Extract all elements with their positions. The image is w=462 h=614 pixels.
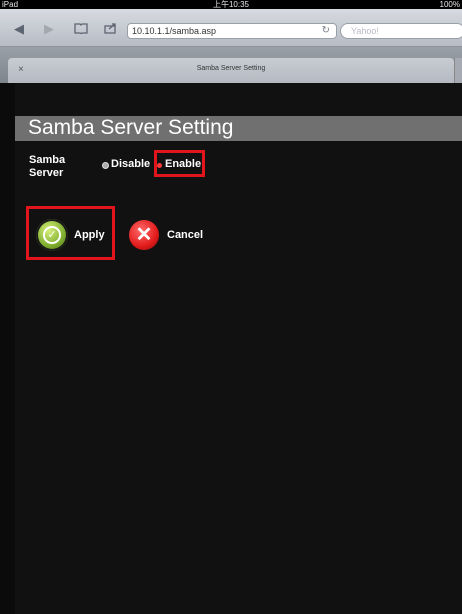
browser-toolbar: ◀ ▶ 10.10.1.1/samba.asp ↻ Yahoo! <box>0 9 462 47</box>
page-title: Samba Server Setting <box>28 116 234 139</box>
url-field[interactable]: 10.10.1.1/samba.asp ↻ <box>127 23 337 39</box>
radio-disable[interactable] <box>102 162 109 169</box>
share-icon[interactable] <box>104 22 118 37</box>
apply-button[interactable]: ✓ Apply <box>36 219 116 251</box>
battery-level: 100% <box>439 0 460 9</box>
tab-title: Samba Server Setting <box>196 65 266 72</box>
page-content: Samba Server Setting Samba Server Disabl… <box>15 83 462 614</box>
cancel-button[interactable]: ✕ Cancel <box>129 220 229 252</box>
search-field[interactable]: Yahoo! <box>340 23 462 39</box>
status-bar: iPad 上午10:35 100% <box>0 0 462 9</box>
samba-server-label-line2: Server <box>29 167 64 179</box>
search-placeholder: Yahoo! <box>351 26 379 36</box>
enable-highlight-box <box>154 150 205 177</box>
bookmarks-icon[interactable] <box>74 22 88 37</box>
apply-label: Apply <box>74 229 105 241</box>
check-icon: ✓ <box>43 226 61 244</box>
check-circle-icon: ✓ <box>36 219 68 251</box>
clock: 上午10:35 <box>212 0 250 9</box>
back-icon[interactable]: ◀ <box>14 22 24 35</box>
forward-icon[interactable]: ▶ <box>44 22 54 35</box>
url-text: 10.10.1.1/samba.asp <box>132 26 217 36</box>
tab-samba[interactable]: × Samba Server Setting <box>8 58 454 83</box>
option-disable-label[interactable]: Disable <box>111 158 150 170</box>
title-bar: Samba Server Setting <box>15 116 462 141</box>
cancel-label: Cancel <box>167 229 204 241</box>
cancel-x-icon: ✕ <box>129 220 159 250</box>
reload-icon[interactable]: ↻ <box>322 24 330 38</box>
tab-next[interactable] <box>454 58 462 83</box>
samba-server-label-line1: Samba <box>29 154 66 166</box>
tab-strip: × Samba Server Setting <box>0 47 462 83</box>
